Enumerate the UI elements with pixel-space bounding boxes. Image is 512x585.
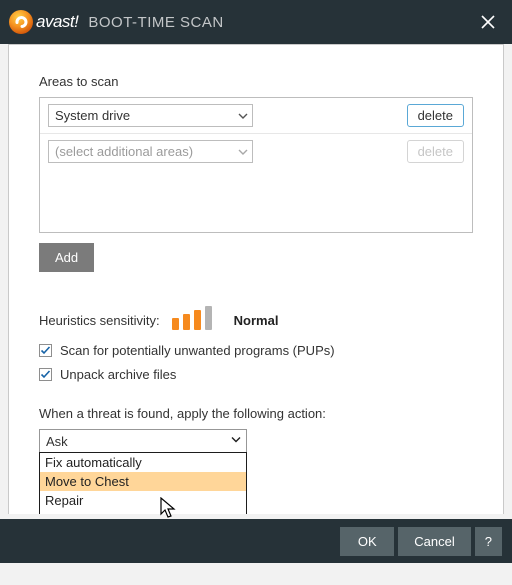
ok-button[interactable]: OK bbox=[340, 527, 394, 556]
heuristics-level: Normal bbox=[234, 313, 279, 330]
threat-action-option[interactable]: Repair bbox=[40, 491, 246, 510]
add-area-button[interactable]: Add bbox=[39, 243, 94, 272]
checkbox-label: Unpack archive files bbox=[60, 367, 176, 382]
checkbox-icon bbox=[39, 344, 52, 357]
window-titlebar: avast! BOOT-TIME SCAN bbox=[0, 0, 512, 44]
window-title: BOOT-TIME SCAN bbox=[88, 14, 223, 31]
chevron-down-icon bbox=[230, 434, 242, 449]
heuristics-label: Heuristics sensitivity: bbox=[39, 313, 160, 330]
cancel-button[interactable]: Cancel bbox=[398, 527, 470, 556]
threat-action-dropdown: Fix automaticallyMove to ChestRepairAskD… bbox=[39, 452, 247, 514]
heuristics-row: Heuristics sensitivity: Normal bbox=[39, 306, 473, 330]
chevron-down-icon bbox=[237, 110, 249, 122]
checkbox-row-pups[interactable]: Scan for potentially unwanted programs (… bbox=[39, 343, 473, 358]
areas-to-scan-label: Areas to scan bbox=[39, 74, 473, 89]
threat-action-select[interactable]: Ask bbox=[39, 429, 247, 453]
dialog-footer: OK Cancel ? bbox=[0, 519, 512, 563]
threat-action-label: When a threat is found, apply the follow… bbox=[39, 406, 473, 421]
sensitivity-bar-2 bbox=[183, 314, 190, 330]
areas-list: System drive delete (select additional a… bbox=[39, 97, 473, 233]
close-button[interactable] bbox=[474, 8, 502, 36]
threat-action-option[interactable]: Fix automatically bbox=[40, 453, 246, 472]
area-select-empty[interactable]: (select additional areas) bbox=[48, 140, 253, 163]
panel-scroll: Areas to scan System drive delete (selec… bbox=[0, 44, 512, 514]
chevron-down-icon bbox=[237, 146, 249, 158]
close-icon bbox=[479, 13, 497, 31]
checkbox-label: Scan for potentially unwanted programs (… bbox=[60, 343, 335, 358]
avast-logo bbox=[8, 9, 34, 35]
checkbox-icon bbox=[39, 368, 52, 381]
area-row: (select additional areas) delete bbox=[40, 134, 472, 169]
area-select-placeholder: (select additional areas) bbox=[55, 144, 193, 159]
avast-orb-icon bbox=[8, 9, 34, 35]
sensitivity-bar-3 bbox=[194, 310, 201, 330]
area-row: System drive delete bbox=[40, 98, 472, 134]
area-select[interactable]: System drive bbox=[48, 104, 253, 127]
help-button[interactable]: ? bbox=[475, 527, 502, 556]
sensitivity-bar-1 bbox=[172, 318, 179, 330]
area-select-value: System drive bbox=[55, 108, 130, 123]
threat-action-selected: Ask bbox=[46, 434, 68, 449]
brand-text: avast! bbox=[36, 12, 78, 32]
checkbox-row-unpack[interactable]: Unpack archive files bbox=[39, 367, 473, 382]
threat-action-option[interactable]: Ask bbox=[40, 510, 246, 514]
threat-action-option[interactable]: Move to Chest bbox=[40, 472, 246, 491]
heuristics-bars[interactable] bbox=[172, 306, 212, 330]
threat-action-section: When a threat is found, apply the follow… bbox=[39, 406, 473, 453]
delete-area-button-disabled: delete bbox=[407, 140, 464, 163]
delete-area-button[interactable]: delete bbox=[407, 104, 464, 127]
sensitivity-bar-4 bbox=[205, 306, 212, 330]
settings-panel: Areas to scan System drive delete (selec… bbox=[8, 44, 504, 514]
